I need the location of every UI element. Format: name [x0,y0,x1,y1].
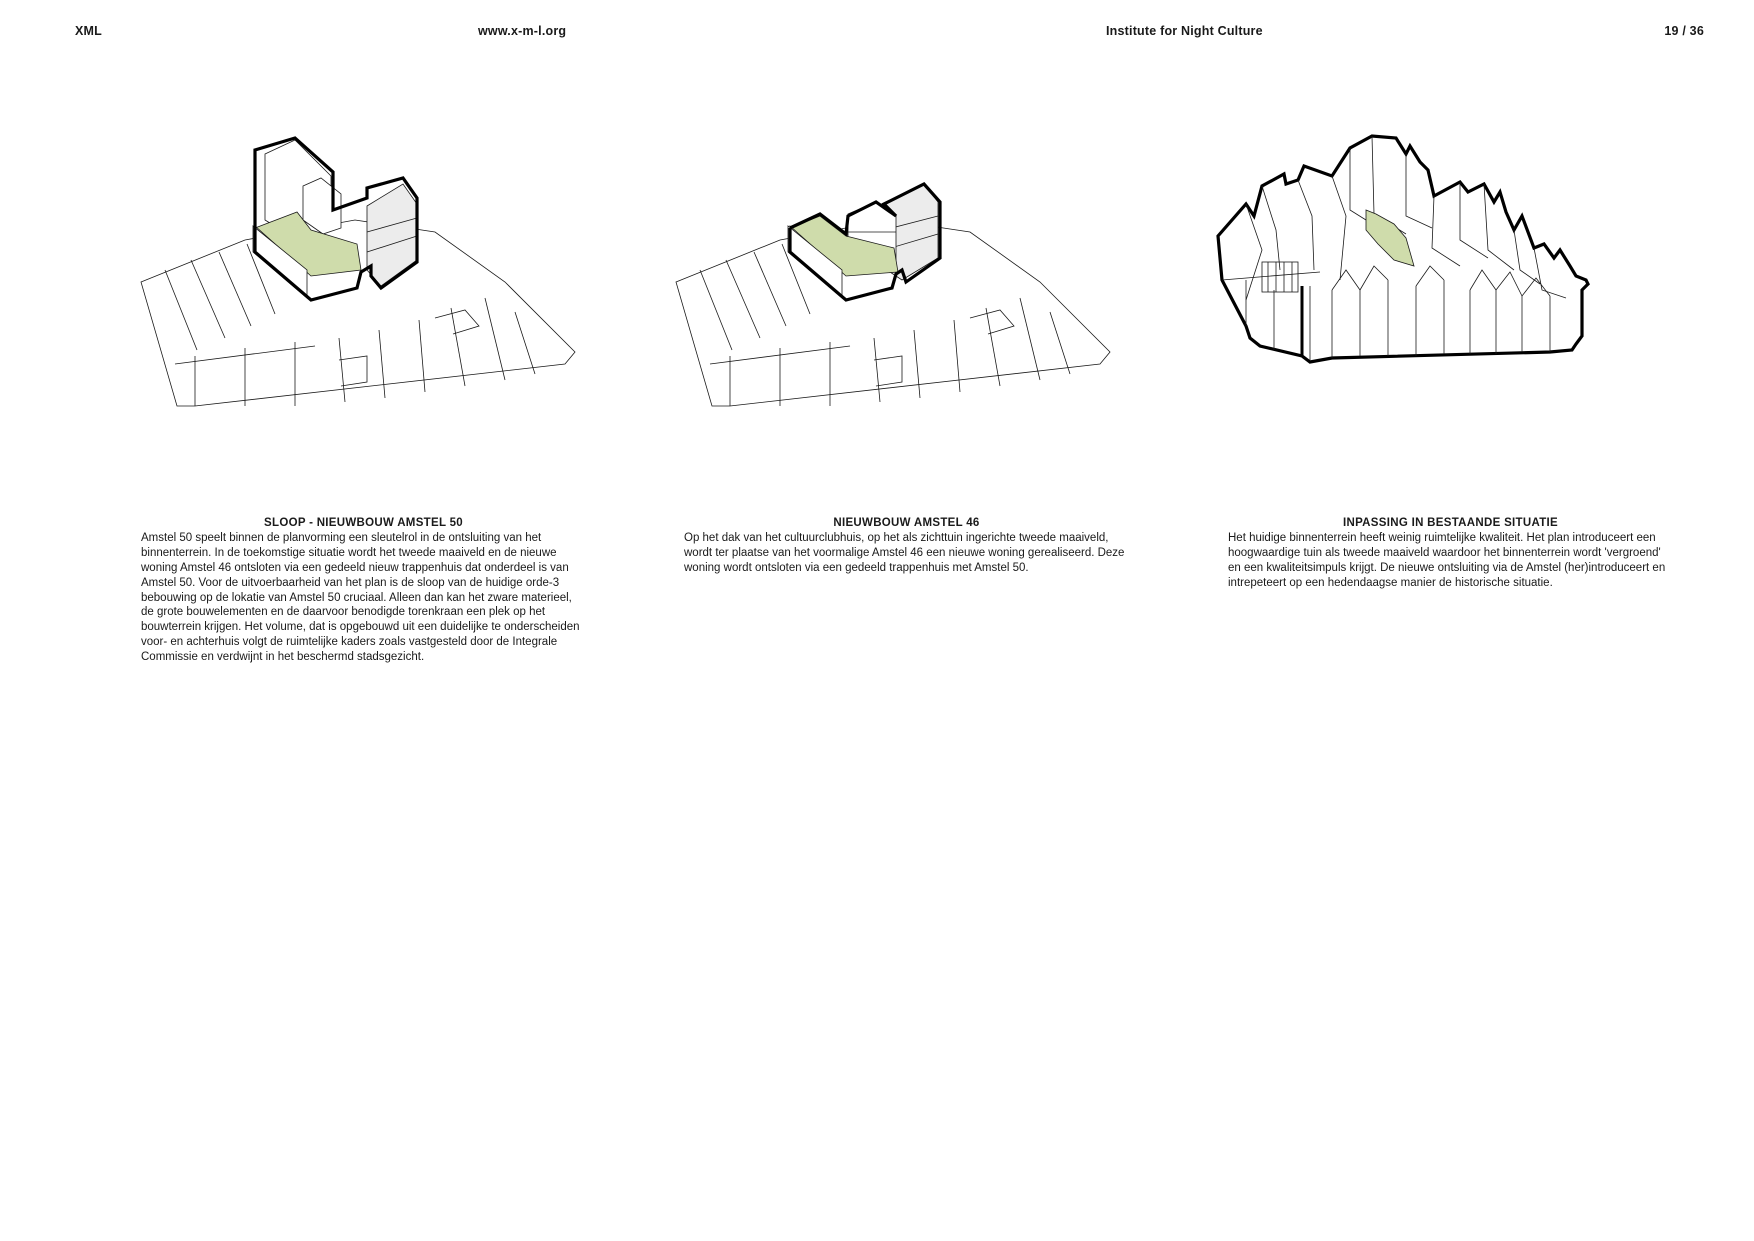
axonometric-context-drawing [1216,134,1590,364]
header-url[interactable]: www.x-m-l.org [478,24,566,38]
section-title: NIEUWBOUW AMSTEL 46 [833,517,980,529]
section-title: SLOOP - NIEUWBOUW AMSTEL 50 [264,517,463,529]
section-body: Op het dak van het cultuurclubhuis, op h… [684,531,1125,574]
header-left-label: XML [75,24,102,38]
axonometric-drawing-amstel-46 [675,182,1111,407]
section-body: Amstel 50 speelt binnen de planvorming e… [141,531,580,664]
text-column-inpassing: INPASSING IN BESTAANDE SITUATIE Het huid… [1228,516,1673,591]
text-column-amstel-50: SLOOP - NIEUWBOUW AMSTEL 50 Amstel 50 sp… [141,516,586,665]
section-title: INPASSING IN BESTAANDE SITUATIE [1342,517,1559,529]
text-column-amstel-46: NIEUWBOUW AMSTEL 46 Op het dak van het c… [684,516,1129,576]
page-number: 19 / 36 [1664,24,1704,38]
header-institute: Institute for Night Culture [1106,24,1263,38]
axonometric-drawing-amstel-50 [140,136,576,407]
section-body: Het huidige binnenterrein heeft weinig r… [1228,531,1666,589]
